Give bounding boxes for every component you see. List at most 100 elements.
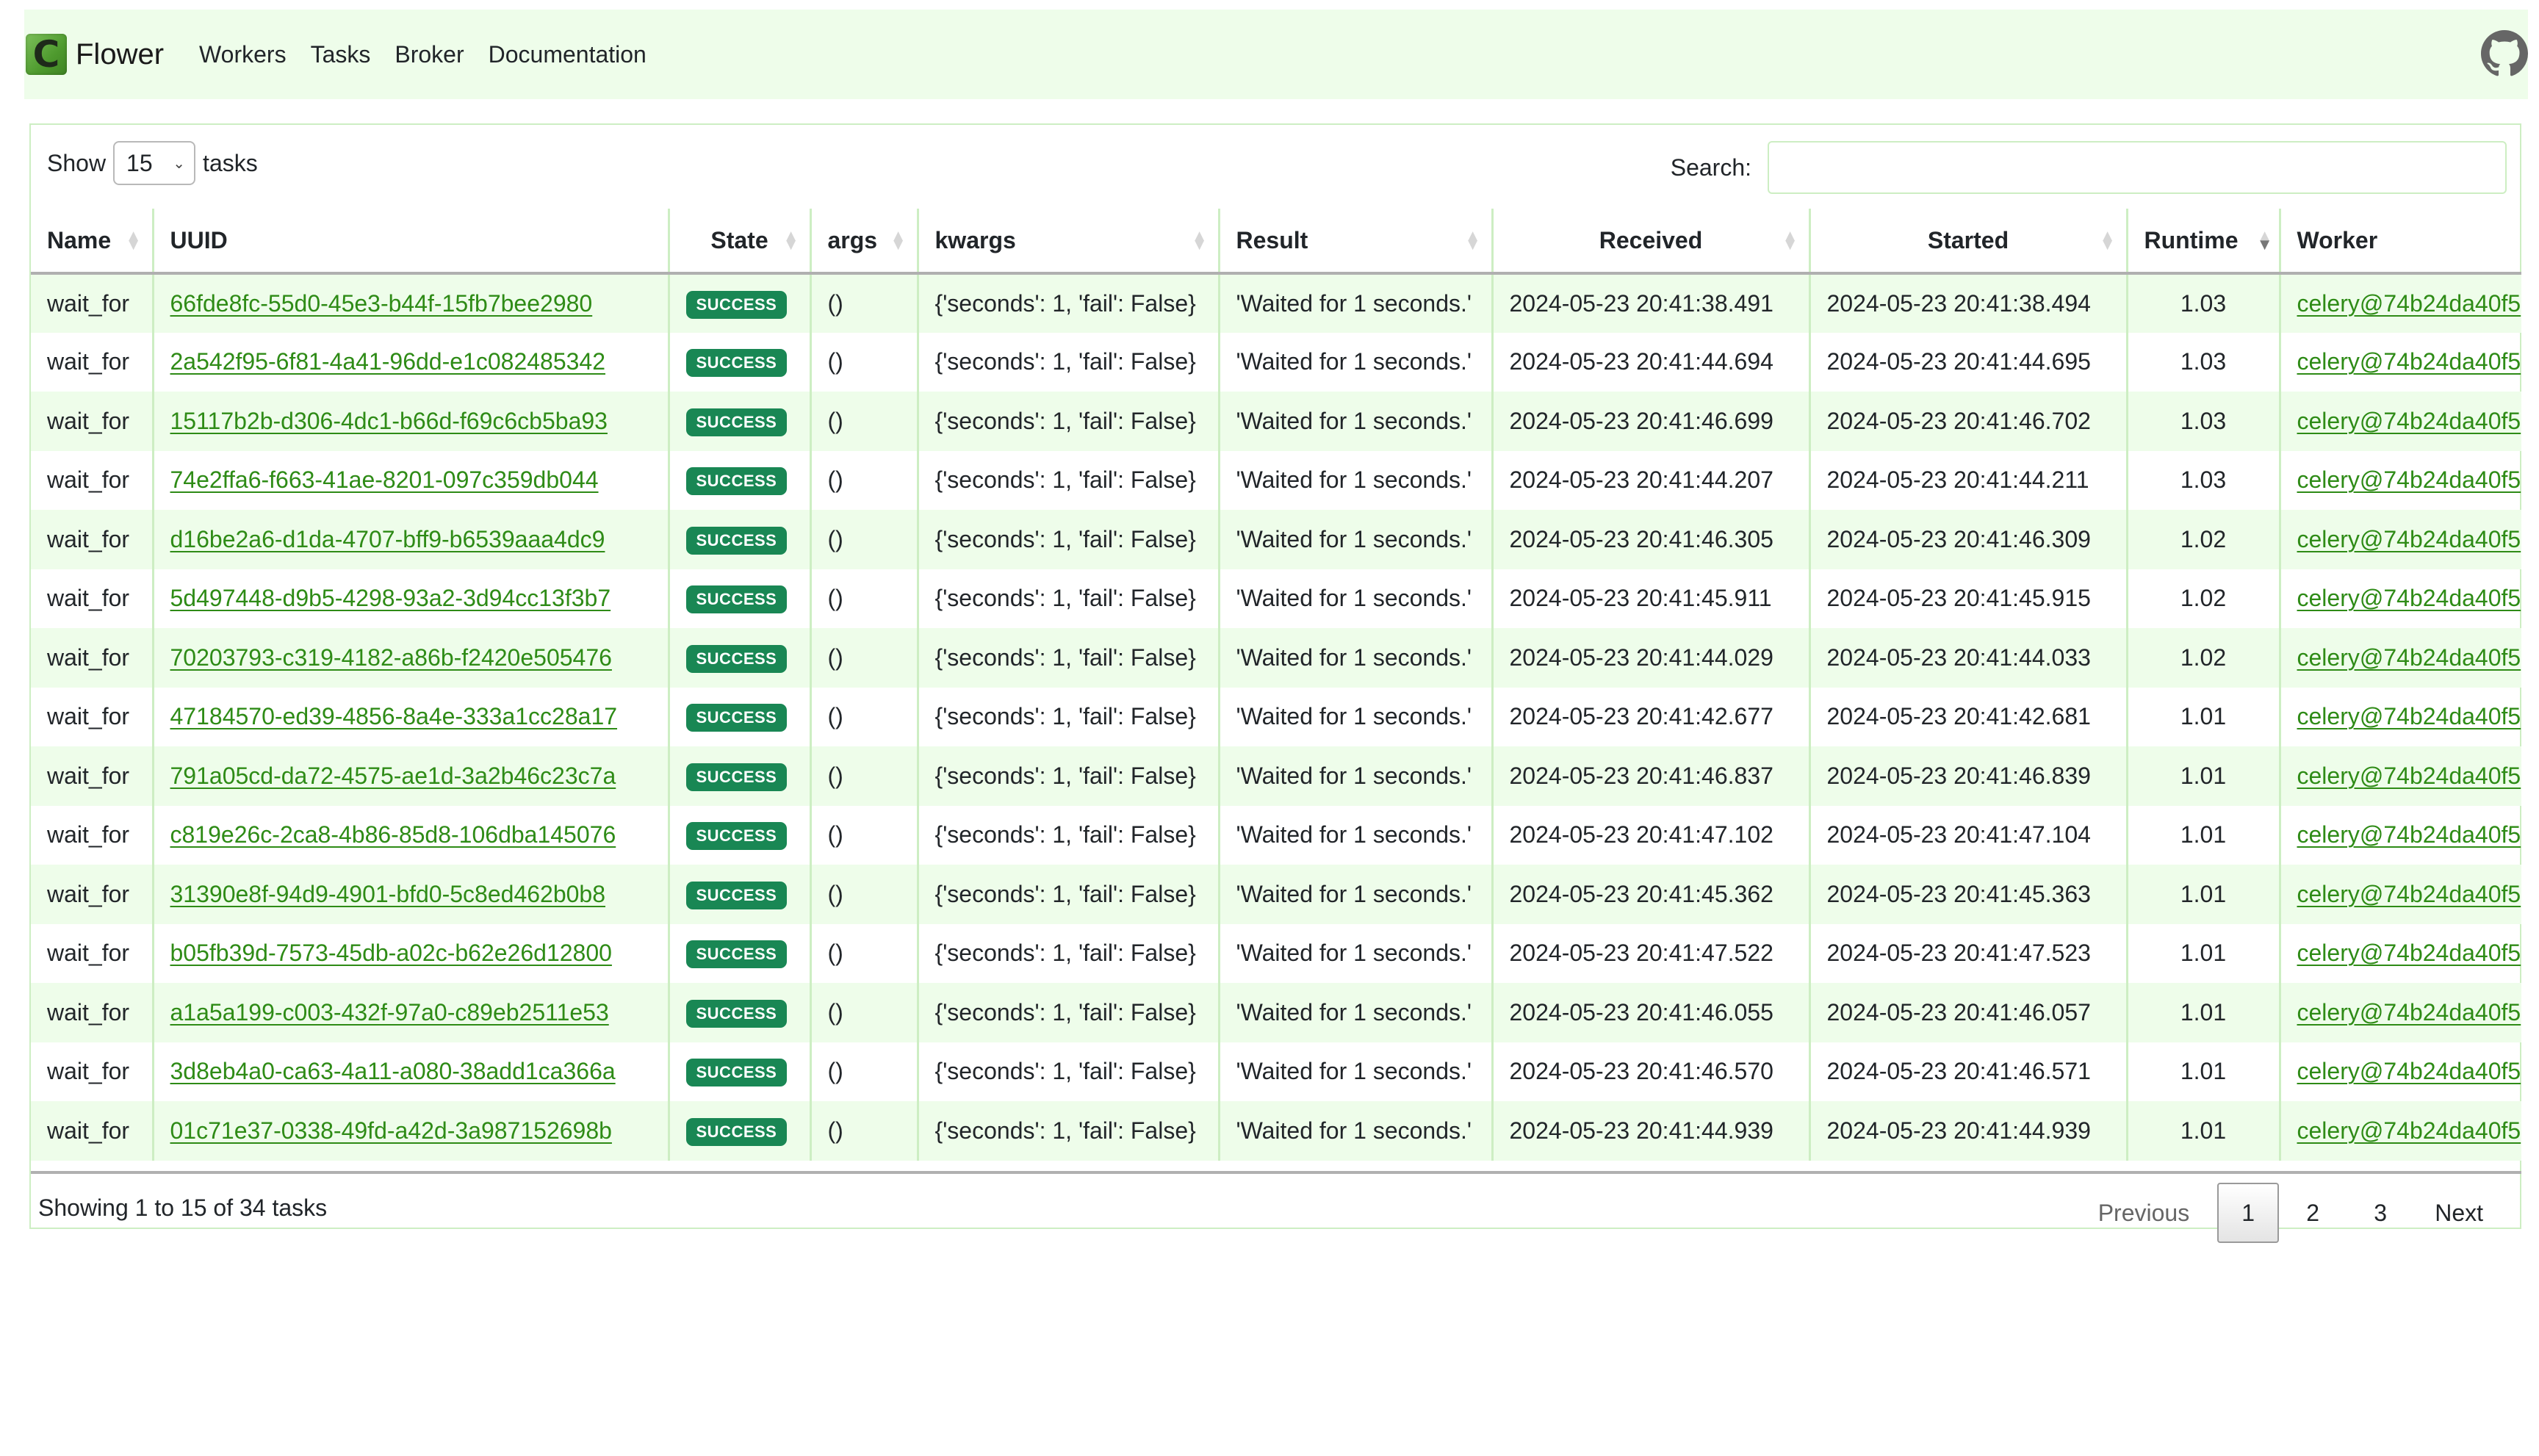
cell-name: wait_for: [31, 1042, 153, 1102]
cell-args: (): [809, 392, 918, 451]
cell-result: 'Waited for 1 seconds.': [1217, 805, 1492, 865]
worker-link[interactable]: celery@74b24da40f5: [2297, 466, 2521, 493]
sort-icon[interactable]: ▲ ▼: [1782, 227, 1798, 253]
sort-icon[interactable]: ▲ ▼: [1465, 227, 1481, 252]
cell-runtime: 1.03: [2125, 332, 2280, 392]
worker-link[interactable]: celery@74b24da40f5: [2297, 1058, 2521, 1084]
args-text: (): [827, 998, 843, 1026]
sort-down-icon: ▼: [2256, 235, 2273, 253]
worker-link[interactable]: celery@74b24da40f5: [2297, 290, 2521, 317]
column-header-state[interactable]: State ▲ ▼: [667, 209, 810, 275]
sort-icon[interactable]: ▲ ▼: [2256, 227, 2273, 253]
uuid-link[interactable]: 2a542f95-6f81-4a41-96dd-e1c082485342: [170, 348, 606, 375]
github-icon[interactable]: [2481, 30, 2528, 77]
uuid-link[interactable]: d16be2a6-d1da-4707-bff9-b6539aaa4dc9: [170, 526, 605, 552]
column-header-uuid: UUID: [151, 209, 669, 275]
worker-link[interactable]: celery@74b24da40f5: [2297, 526, 2521, 552]
worker-link[interactable]: celery@74b24da40f5: [2297, 940, 2521, 966]
result-text: 'Waited for 1 seconds.': [1236, 644, 1472, 671]
page-2-button[interactable]: 2: [2279, 1183, 2347, 1243]
name-text: wait_for: [47, 998, 130, 1026]
worker-link[interactable]: celery@74b24da40f5: [2297, 999, 2521, 1026]
sort-down-icon: ▼: [1782, 235, 1798, 253]
uuid-link[interactable]: 15117b2b-d306-4dc1-b66d-f69c6cb5ba93: [170, 408, 608, 434]
uuid-link[interactable]: 47184570-ed39-4856-8a4e-333a1cc28a17: [170, 703, 618, 729]
sort-icon[interactable]: ▲ ▼: [783, 227, 799, 252]
column-header-result[interactable]: Result ▲ ▼: [1217, 209, 1492, 275]
name-text: wait_for: [47, 644, 130, 671]
started-text: 2024-05-23 20:41:44.695: [1826, 348, 2091, 375]
nav-broker[interactable]: Broker: [395, 41, 464, 68]
result-text: 'Waited for 1 seconds.': [1236, 289, 1472, 317]
status-badge: SUCCESS: [685, 526, 788, 555]
column-header-started[interactable]: Started ▲ ▼: [1808, 209, 2127, 275]
cell-runtime: 1.03: [2125, 392, 2280, 451]
tasks-table: Name ▲ ▼ UUID State ▲ ▼ args ▲ ▼ kwargs ▲ ▼ Result ▲ ▼ R…: [31, 209, 2521, 1161]
column-header-runtime[interactable]: Runtime ▲ ▼: [2125, 209, 2280, 275]
column-header-args[interactable]: args ▲ ▼: [809, 209, 918, 275]
cell-result: 'Waited for 1 seconds.': [1217, 628, 1492, 688]
kwargs-text: {'seconds': 1, 'fail': False}: [934, 466, 1196, 494]
kwargs-text: {'seconds': 1, 'fail': False}: [934, 348, 1196, 375]
column-header-name[interactable]: Name ▲ ▼: [31, 209, 153, 275]
name-text: wait_for: [47, 1058, 130, 1085]
worker-link[interactable]: celery@74b24da40f5: [2297, 881, 2521, 907]
uuid-link[interactable]: 74e2ffa6-f663-41ae-8201-097c359db044: [170, 466, 599, 493]
column-header-kwargs[interactable]: kwargs ▲ ▼: [916, 209, 1219, 275]
sort-icon[interactable]: ▲ ▼: [890, 227, 907, 252]
uuid-link[interactable]: 66fde8fc-55d0-45e3-b44f-15fb7bee2980: [170, 290, 593, 317]
uuid-link[interactable]: 791a05cd-da72-4575-ae1d-3a2b46c23c7a: [170, 763, 616, 789]
cell-received: 2024-05-23 20:41:44.207: [1491, 450, 1809, 510]
worker-link[interactable]: celery@74b24da40f5: [2297, 348, 2521, 375]
name-text: wait_for: [47, 940, 130, 967]
worker-link[interactable]: celery@74b24da40f5: [2297, 763, 2521, 789]
uuid-link[interactable]: 3d8eb4a0-ca63-4a11-a080-38add1ca366a: [170, 1058, 616, 1084]
search-input[interactable]: [1768, 141, 2507, 194]
worker-link[interactable]: celery@74b24da40f5: [2297, 1117, 2521, 1144]
uuid-link[interactable]: 31390e8f-94d9-4901-bfd0-5c8ed462b0b8: [170, 881, 606, 907]
cell-args: (): [809, 510, 918, 569]
sort-icon[interactable]: ▲ ▼: [126, 227, 142, 252]
runtime-text: 1.02: [2180, 585, 2227, 612]
result-text: 'Waited for 1 seconds.': [1236, 1117, 1472, 1144]
uuid-link[interactable]: 70203793-c319-4182-a86b-f2420e505476: [170, 644, 612, 671]
uuid-link[interactable]: 5d497448-d9b5-4298-93a2-3d94cc13f3b7: [170, 585, 611, 611]
page-3-button[interactable]: 3: [2347, 1183, 2414, 1243]
uuid-link[interactable]: 01c71e37-0338-49fd-a42d-3a987152698b: [170, 1117, 612, 1144]
next-page-button[interactable]: Next: [2414, 1183, 2504, 1243]
cell-received: 2024-05-23 20:41:44.029: [1491, 628, 1809, 688]
table-row: wait_for 2a542f95-6f81-4a41-96dd-e1c08248…: [31, 332, 2521, 392]
worker-link[interactable]: celery@74b24da40f5: [2297, 408, 2521, 434]
nav-workers[interactable]: Workers: [199, 41, 287, 68]
name-text: wait_for: [47, 762, 130, 789]
worker-link[interactable]: celery@74b24da40f5: [2297, 821, 2521, 848]
name-text: wait_for: [47, 880, 130, 907]
worker-link[interactable]: celery@74b24da40f5: [2297, 585, 2521, 611]
cell-result: 'Waited for 1 seconds.': [1217, 746, 1492, 806]
previous-page-button[interactable]: Previous: [2078, 1183, 2218, 1243]
column-label: Started: [1927, 226, 2009, 253]
nav-tasks[interactable]: Tasks: [311, 41, 371, 68]
page-size-select[interactable]: 15 ⌄: [113, 141, 196, 185]
column-header-received[interactable]: Received ▲ ▼: [1491, 209, 1809, 275]
cell-name: wait_for: [31, 924, 153, 984]
cell-result: 'Waited for 1 seconds.': [1217, 1042, 1492, 1101]
nav-documentation[interactable]: Documentation: [489, 41, 647, 68]
cell-state: SUCCESS: [667, 1101, 810, 1161]
cell-name: wait_for: [31, 688, 153, 747]
uuid-link[interactable]: b05fb39d-7573-45db-a02c-b62e26d12800: [170, 940, 612, 966]
worker-link[interactable]: celery@74b24da40f5: [2297, 703, 2521, 729]
brand-link[interactable]: C Flower: [26, 34, 164, 75]
uuid-link[interactable]: a1a5a199-c003-432f-97a0-c89eb2511e53: [170, 999, 609, 1026]
worker-link[interactable]: celery@74b24da40f5: [2297, 644, 2521, 671]
sort-icon[interactable]: ▲ ▼: [1192, 227, 1208, 252]
cell-received: 2024-05-23 20:41:44.694: [1491, 332, 1809, 392]
uuid-link[interactable]: c819e26c-2ca8-4b86-85d8-106dba145076: [170, 821, 616, 848]
started-text: 2024-05-23 20:41:44.033: [1826, 644, 2091, 671]
started-text: 2024-05-23 20:41:38.494: [1826, 289, 2091, 317]
page-1-button[interactable]: 1: [2217, 1183, 2280, 1243]
table-row: wait_for b05fb39d-7573-45db-a02c-b62e26d1…: [31, 923, 2521, 984]
runtime-text: 1.01: [2180, 998, 2227, 1026]
sort-icon[interactable]: ▲ ▼: [2100, 227, 2116, 252]
cell-kwargs: {'seconds': 1, 'fail': False}: [916, 983, 1219, 1042]
